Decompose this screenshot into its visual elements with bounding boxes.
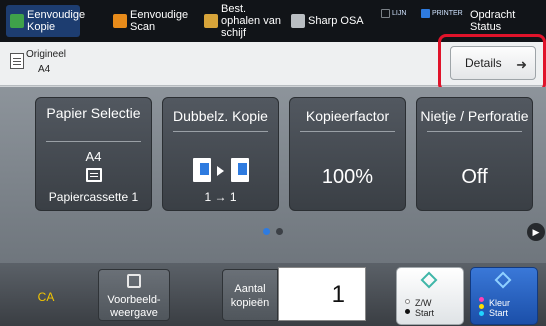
tab-easy-copy-label: Eenvoudige Kopie — [27, 9, 86, 33]
line-led-icon — [381, 9, 390, 18]
copy-count-label: Aantal kopieën — [230, 283, 270, 309]
start-diamond-icon — [494, 271, 512, 289]
play-arrow-icon: ▶ — [532, 226, 540, 237]
bw-start-text: Z/W Start — [415, 298, 434, 318]
color-start-text: Kleur Start — [489, 298, 510, 318]
tile-divider — [46, 141, 141, 142]
bw-start-line2: Start — [415, 308, 435, 318]
copy-count-input[interactable]: 1 — [278, 267, 366, 321]
paper-tray-icon — [86, 168, 102, 182]
page-indicator-inactive — [276, 228, 283, 235]
duplex-icon — [193, 158, 251, 182]
preview-label-text: Voorbeeld- weergave — [107, 294, 161, 319]
tab-retrieve-label: Best. ophalen van schijf — [221, 3, 281, 39]
black-dot-icon — [405, 309, 410, 314]
tile-copy-ratio-value: 100% — [321, 166, 374, 188]
folder-icon — [204, 14, 218, 28]
preview-button[interactable]: Voorbeeld- weergave — [98, 269, 170, 321]
color-start-line1: Kleur — [489, 298, 511, 308]
page-indicator-active — [263, 228, 270, 235]
details-label: Details — [465, 56, 502, 70]
bw-start-line1: Z/W — [415, 298, 432, 308]
arrow-right-icon: ➜ — [516, 57, 527, 72]
cyan-dot-icon — [479, 311, 484, 316]
tile-paper-select[interactable]: Papier Selectie A4 Papiercassette 1 — [35, 97, 152, 211]
tile-staple-punch[interactable]: Nietje / Perforatie Off — [416, 97, 533, 211]
white-dot-icon — [405, 299, 410, 304]
job-status-label: Opdracht Status — [470, 9, 516, 33]
original-document-icon — [10, 53, 24, 69]
tile-duplex-value: 1 → 1 — [204, 190, 237, 204]
main-area: Papier Selectie A4 Papiercassette 1 Dubb… — [0, 87, 546, 263]
line-indicator-label: LIJN — [392, 10, 407, 17]
color-start-line2: Start — [489, 308, 509, 318]
printer-led-icon — [421, 9, 430, 18]
scan-icon — [113, 14, 127, 28]
tile-staple-title: Nietje / Perforatie — [420, 108, 529, 124]
tile-copy-ratio-title: Kopieerfactor — [305, 108, 390, 124]
preview-magnifier-icon — [127, 274, 141, 288]
copy-count-label-box: Aantal kopieën — [222, 269, 278, 321]
tab-easy-copy[interactable]: Eenvoudige Kopie — [6, 5, 85, 37]
copy-count-value: 1 — [331, 281, 345, 308]
original-size: A4 — [38, 64, 51, 75]
tile-paper-select-title: Papier Selectie — [46, 105, 141, 121]
tile-divider — [173, 131, 268, 132]
clear-all-button[interactable]: CA — [14, 278, 78, 316]
tile-copy-ratio[interactable]: Kopieerfactor 100% — [289, 97, 406, 211]
bottom-bar: CA Voorbeeld- weergave Aantal kopieën 1 … — [0, 263, 546, 326]
osa-icon — [291, 14, 305, 28]
next-page-button[interactable]: ▶ — [527, 223, 545, 241]
yellow-dot-icon — [479, 304, 484, 309]
tab-easy-scan-label: Eenvoudige Scan — [130, 9, 189, 33]
preview-label: Voorbeeld- weergave — [99, 294, 169, 320]
printer-indicator-label: PRINTER — [432, 10, 463, 17]
tile-duplex-title: Dubbelz. Kopie — [173, 108, 268, 124]
tile-paper-select-tray: Papiercassette 1 — [48, 190, 139, 204]
color-start-button[interactable]: Kleur Start — [470, 267, 538, 325]
magenta-dot-icon — [479, 297, 484, 302]
tab-easy-scan[interactable]: Eenvoudige Scan — [113, 5, 193, 37]
tile-staple-value: Off — [461, 166, 488, 188]
tile-divider — [427, 131, 522, 132]
tab-sharp-osa-label: Sharp OSA — [308, 15, 364, 27]
details-button[interactable]: Details ➜ — [450, 46, 536, 80]
start-diamond-icon — [420, 271, 438, 289]
bw-start-button[interactable]: Z/W Start — [396, 267, 464, 325]
clear-all-label: CA — [37, 290, 55, 304]
tile-divider — [300, 131, 395, 132]
copy-icon — [10, 14, 24, 28]
line-indicator: LIJN — [381, 9, 406, 18]
tab-retrieve-from-disk[interactable]: Best. ophalen van schijf — [204, 3, 288, 39]
tab-sharp-osa[interactable]: Sharp OSA — [291, 5, 371, 37]
printer-indicator: PRINTER — [421, 9, 463, 18]
job-status-button[interactable]: Opdracht Status — [470, 9, 546, 33]
original-label: Origineel — [26, 49, 67, 60]
tile-paper-select-size: A4 — [85, 149, 102, 164]
tile-duplex-copy[interactable]: Dubbelz. Kopie 1 → 1 — [162, 97, 279, 211]
